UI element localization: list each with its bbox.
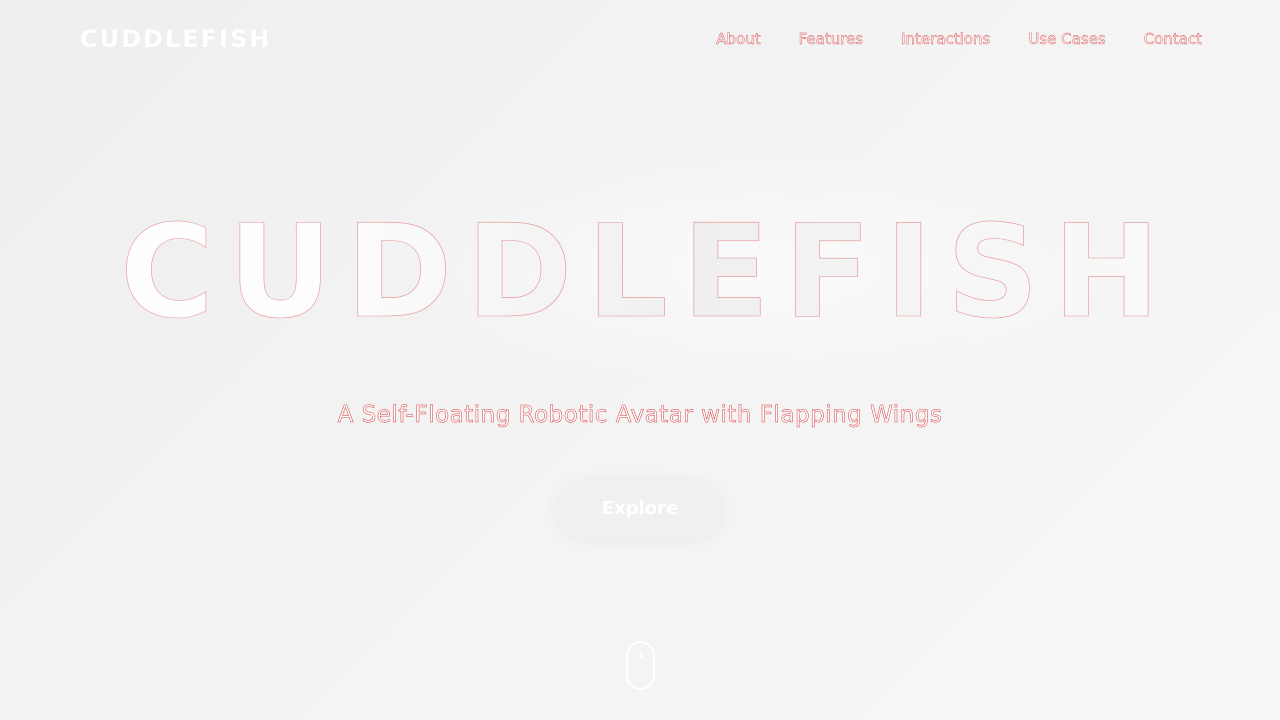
explore-button[interactable]: Explore (557, 478, 723, 538)
mouse-scroll-icon[interactable] (626, 641, 655, 690)
navbar: CUDDLEFISH About Features Interactions U… (0, 0, 1280, 78)
nav-link-features[interactable]: Features (798, 28, 863, 50)
hero-title: CUDDLEFISH (0, 198, 1280, 348)
mouse-wheel-icon (640, 652, 643, 658)
nav-link-about[interactable]: About (716, 28, 761, 50)
hero-subtitle: A Self-Floating Robotic Avatar with Flap… (337, 402, 943, 429)
nav-menu: About Features Interactions Use Cases Co… (716, 28, 1202, 50)
nav-link-use-cases[interactable]: Use Cases (1028, 28, 1106, 50)
nav-link-interactions[interactable]: Interactions (901, 28, 991, 50)
nav-link-contact[interactable]: Contact (1143, 28, 1202, 50)
site-logo[interactable]: CUDDLEFISH (80, 24, 271, 54)
